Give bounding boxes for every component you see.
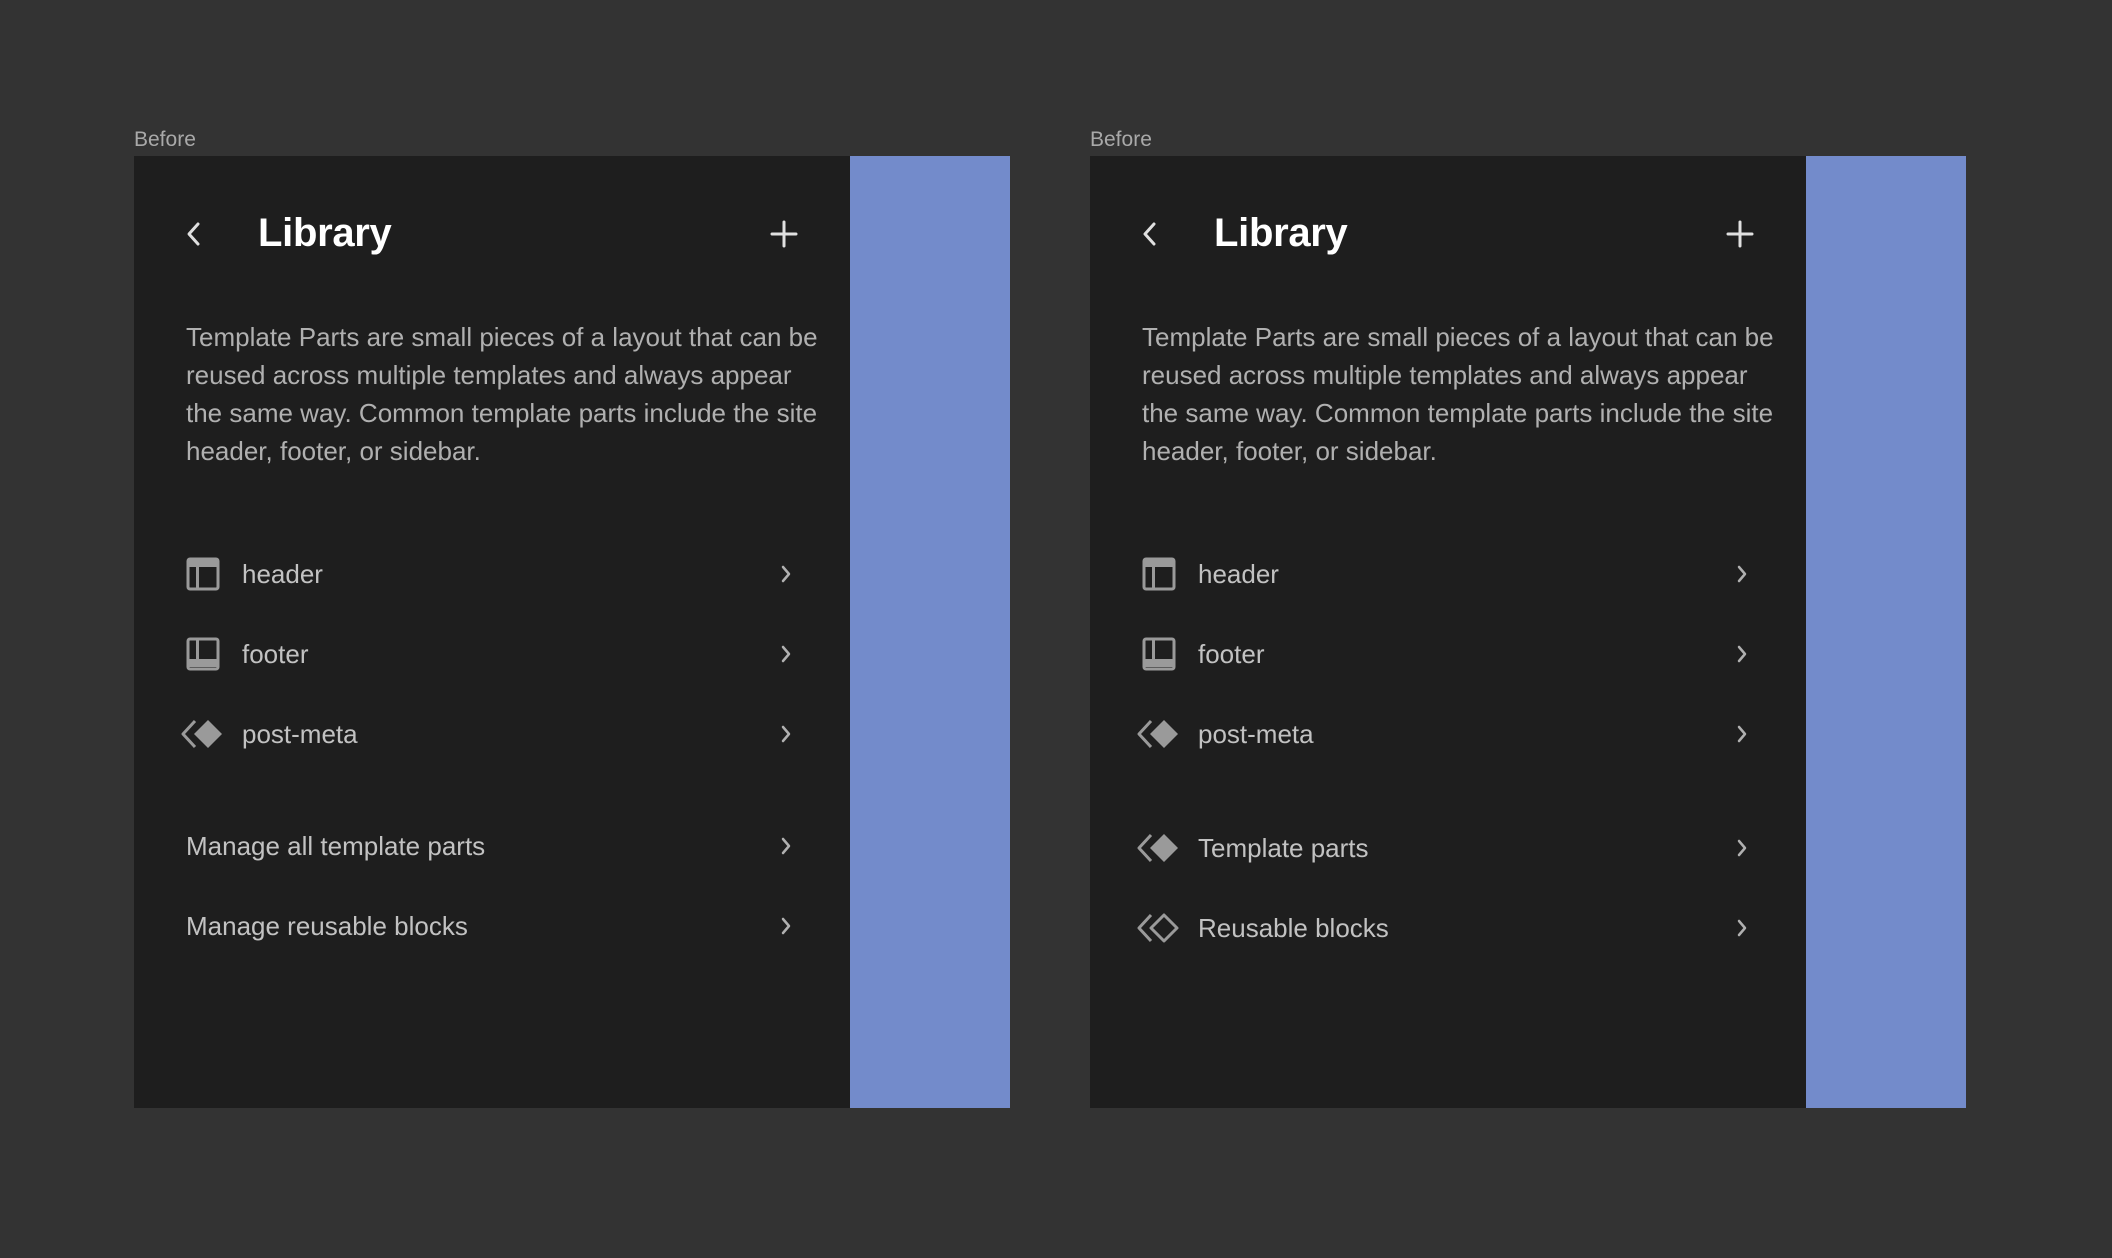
reusable-blocks-link[interactable]: Reusable blocks bbox=[1137, 900, 1762, 956]
chevron-left-icon bbox=[187, 222, 200, 246]
link-label: Reusable blocks bbox=[1198, 912, 1389, 943]
link-label: Manage all template parts bbox=[186, 830, 486, 861]
symbol-filled-icon bbox=[1136, 711, 1182, 757]
template-part-item-post-meta[interactable]: post-meta bbox=[1137, 706, 1762, 762]
template-part-item-header[interactable]: header bbox=[1142, 546, 1762, 602]
footer-layout-icon bbox=[180, 631, 226, 677]
item-label: footer bbox=[242, 638, 309, 669]
template-part-item-post-meta[interactable]: post-meta bbox=[181, 706, 806, 762]
template-parts-link[interactable]: Template parts bbox=[1137, 820, 1762, 876]
item-label: post-meta bbox=[1198, 718, 1314, 749]
back-button[interactable] bbox=[1132, 216, 1168, 252]
editor-canvas-preview bbox=[850, 156, 1010, 1108]
header-layout-icon bbox=[180, 551, 226, 597]
page-title: Library bbox=[1214, 211, 1348, 255]
link-label: Manage reusable blocks bbox=[186, 910, 468, 941]
page-title: Library bbox=[258, 211, 392, 255]
manage-reusable-blocks-link[interactable]: Manage reusable blocks bbox=[186, 898, 806, 954]
symbol-outline-icon bbox=[1136, 905, 1182, 951]
symbol-filled-icon bbox=[180, 711, 226, 757]
library-sidebar: Library Template Parts are small pieces … bbox=[134, 156, 850, 1108]
chevron-right-icon bbox=[774, 562, 798, 586]
item-label: post-meta bbox=[242, 718, 358, 749]
back-button[interactable] bbox=[176, 216, 212, 252]
panel-caption-before-left: Before bbox=[134, 128, 196, 151]
header-layout-icon bbox=[1136, 551, 1182, 597]
library-description: Template Parts are small pieces of a lay… bbox=[1142, 322, 1774, 466]
chevron-right-icon bbox=[774, 642, 798, 666]
item-label: header bbox=[242, 558, 323, 589]
link-label: Template parts bbox=[1198, 832, 1369, 863]
template-part-item-header[interactable]: header bbox=[186, 546, 806, 602]
chevron-right-icon bbox=[774, 722, 798, 746]
chevron-right-icon bbox=[1730, 916, 1754, 940]
add-template-part-button[interactable] bbox=[766, 216, 802, 252]
chevron-right-icon bbox=[1730, 642, 1754, 666]
editor-canvas-preview bbox=[1806, 156, 1966, 1108]
chevron-right-icon bbox=[1730, 562, 1754, 586]
template-part-item-footer[interactable]: footer bbox=[1142, 626, 1762, 682]
panel-caption-before-right: Before bbox=[1090, 128, 1152, 151]
chevron-right-icon bbox=[774, 834, 798, 858]
chevron-right-icon bbox=[774, 914, 798, 938]
template-part-item-footer[interactable]: footer bbox=[186, 626, 806, 682]
add-template-part-button[interactable] bbox=[1722, 216, 1758, 252]
footer-layout-icon bbox=[1136, 631, 1182, 677]
chevron-right-icon bbox=[1730, 722, 1754, 746]
plus-icon bbox=[1726, 220, 1754, 248]
editor-frame-right: Library Template Parts are small pieces … bbox=[1090, 156, 1966, 1108]
manage-template-parts-link[interactable]: Manage all template parts bbox=[186, 818, 806, 874]
plus-icon bbox=[770, 220, 798, 248]
chevron-right-icon bbox=[1730, 836, 1754, 860]
library-description: Template Parts are small pieces of a lay… bbox=[186, 322, 818, 466]
chevron-left-icon bbox=[1143, 222, 1156, 246]
library-sidebar: Library Template Parts are small pieces … bbox=[1090, 156, 1806, 1108]
item-label: header bbox=[1198, 558, 1279, 589]
editor-frame-left: Library Template Parts are small pieces … bbox=[134, 156, 1010, 1108]
symbol-filled-icon bbox=[1136, 825, 1182, 871]
item-label: footer bbox=[1198, 638, 1265, 669]
